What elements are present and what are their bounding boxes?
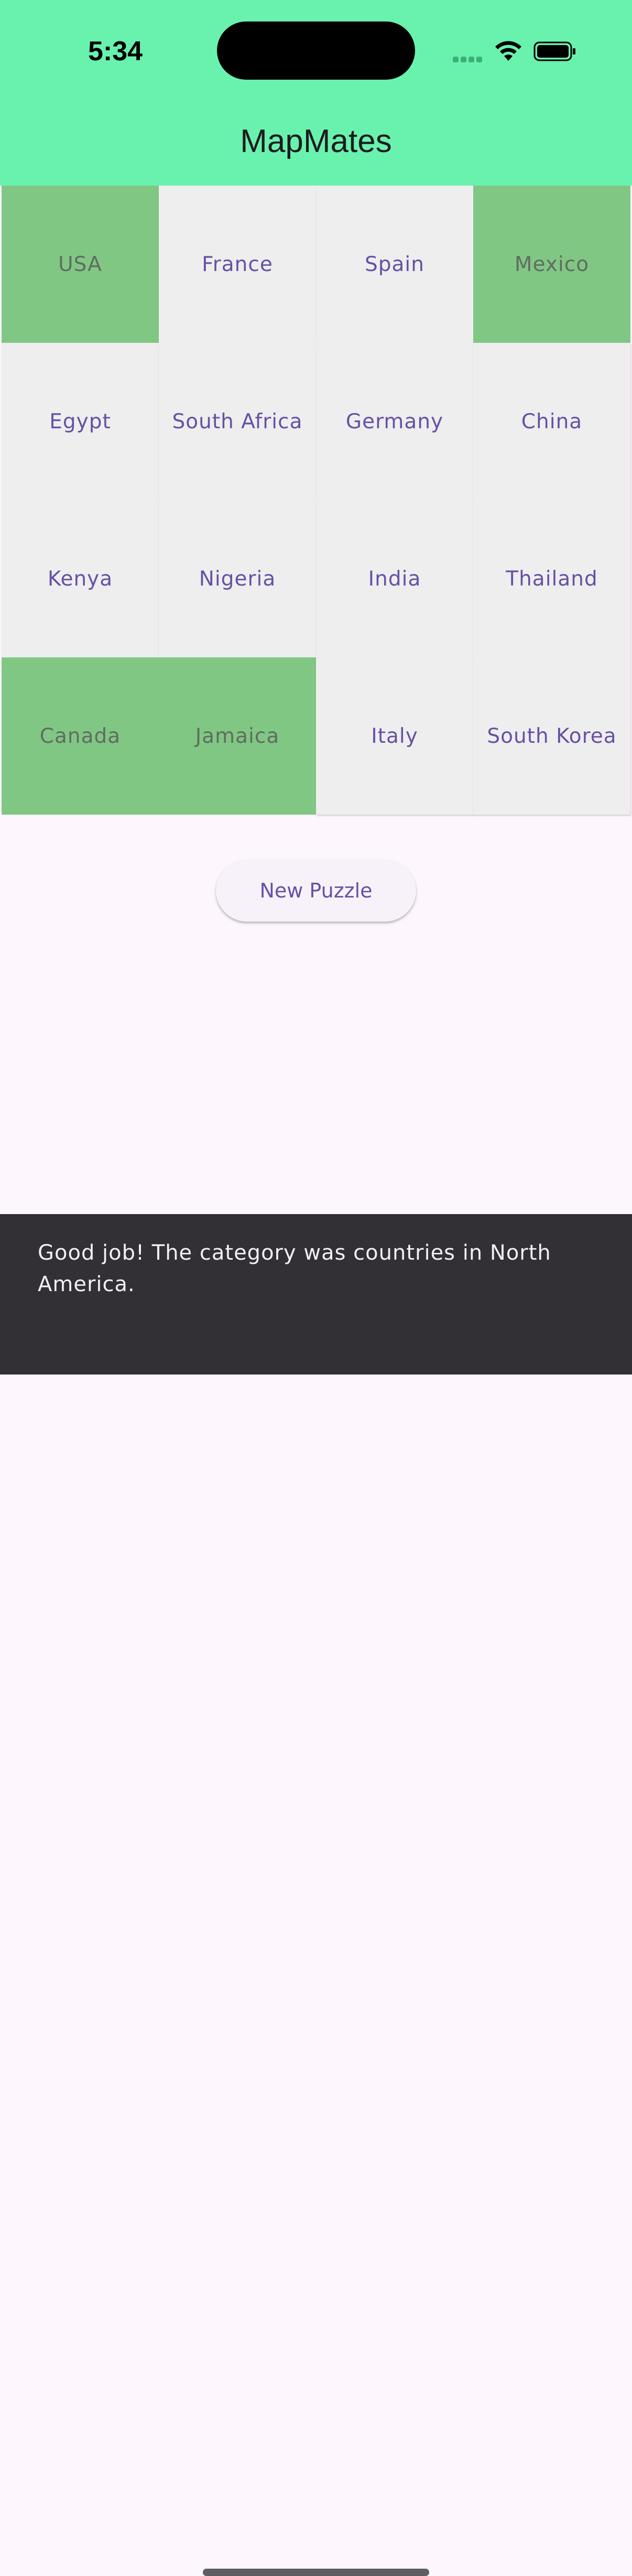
app-title: MapMates xyxy=(240,123,392,159)
battery-icon xyxy=(533,41,575,61)
cellular-signal-icon xyxy=(453,55,484,62)
country-tile-germany[interactable]: Germany xyxy=(316,343,473,500)
country-tile-italy[interactable]: Italy xyxy=(316,657,473,815)
app-header: 5:34 MapMates xyxy=(0,0,632,186)
new-puzzle-button[interactable]: New Puzzle xyxy=(216,860,416,922)
country-grid: USA France Spain Mexico Egypt South Afri… xyxy=(0,186,632,815)
status-bar-time: 5:34 xyxy=(88,36,143,67)
country-tile-mexico[interactable]: Mexico xyxy=(473,186,630,343)
country-tile-usa[interactable]: USA xyxy=(2,186,159,343)
snackbar-message: Good job! The category was countries in … xyxy=(38,1241,551,1296)
country-tile-india[interactable]: India xyxy=(316,500,473,657)
country-tile-jamaica[interactable]: Jamaica xyxy=(159,657,316,815)
country-tile-china[interactable]: China xyxy=(473,343,630,500)
country-tile-egypt[interactable]: Egypt xyxy=(2,343,159,500)
country-tile-south-africa[interactable]: South Africa xyxy=(159,343,316,500)
snackbar: Good job! The category was countries in … xyxy=(0,1214,632,2576)
country-tile-kenya[interactable]: Kenya xyxy=(2,500,159,657)
dynamic-island xyxy=(217,21,415,80)
home-indicator[interactable] xyxy=(203,2569,429,2576)
country-tile-thailand[interactable]: Thailand xyxy=(473,500,630,657)
country-tile-france[interactable]: France xyxy=(159,186,316,343)
country-tile-south-korea[interactable]: South Korea xyxy=(473,657,630,815)
country-tile-nigeria[interactable]: Nigeria xyxy=(159,500,316,657)
country-tile-canada[interactable]: Canada xyxy=(2,657,159,815)
country-tile-spain[interactable]: Spain xyxy=(316,186,473,343)
wifi-icon xyxy=(495,41,521,61)
